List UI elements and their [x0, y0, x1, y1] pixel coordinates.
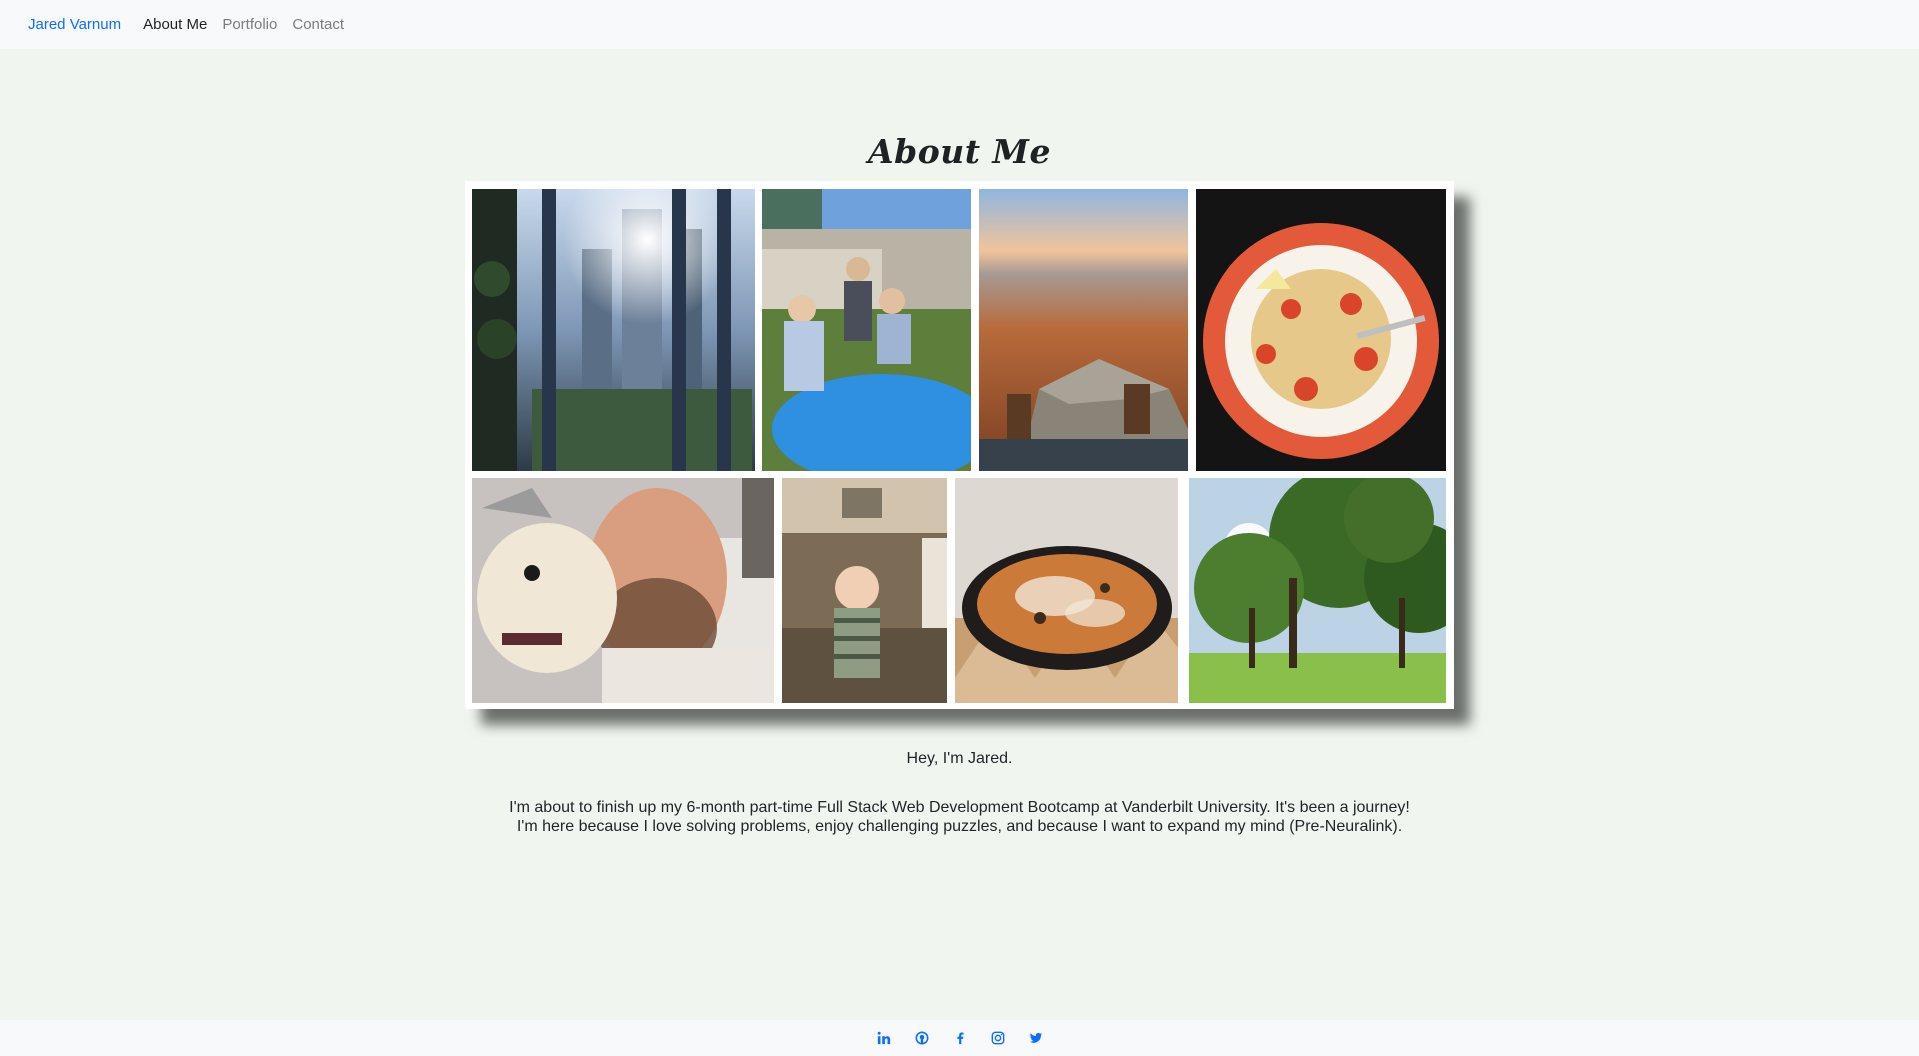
bio-line-2: I'm here because I love solving problems…: [516, 818, 1403, 835]
photo-family-yard: [762, 189, 971, 471]
page-title: About Me: [868, 132, 1051, 171]
greeting-text: Hey, I'm Jared.: [906, 750, 1013, 767]
bio-line-1: I'm about to finish up my 6-month part-t…: [509, 799, 1410, 816]
nav-link-portfolio[interactable]: Portfolio: [222, 16, 277, 33]
linkedin-icon[interactable]: [876, 1030, 892, 1046]
photo-pasta-dish: [1196, 189, 1446, 471]
twitter-icon[interactable]: [1028, 1030, 1044, 1046]
photo-mountain-view: [979, 189, 1188, 471]
photo-city-window: [472, 189, 755, 471]
instagram-icon[interactable]: [990, 1030, 1006, 1046]
photo-gallery: [465, 181, 1454, 709]
bio-paragraph: I'm about to finish up my 6-month part-t…: [0, 798, 1919, 836]
nav-link-about-me[interactable]: About Me: [143, 16, 207, 33]
github-icon[interactable]: [914, 1030, 930, 1046]
photo-skillet-pasta: [955, 478, 1178, 703]
photo-toddler: [782, 478, 947, 703]
navbar: Jared Varnum About Me Portfolio Contact: [0, 0, 1919, 49]
nav-link-contact[interactable]: Contact: [292, 16, 344, 33]
facebook-icon[interactable]: [952, 1030, 968, 1046]
brand-link[interactable]: Jared Varnum: [28, 16, 121, 33]
footer: [0, 1020, 1919, 1056]
photo-dog-selfie: [472, 478, 774, 703]
photo-park-trees: [1189, 478, 1446, 703]
